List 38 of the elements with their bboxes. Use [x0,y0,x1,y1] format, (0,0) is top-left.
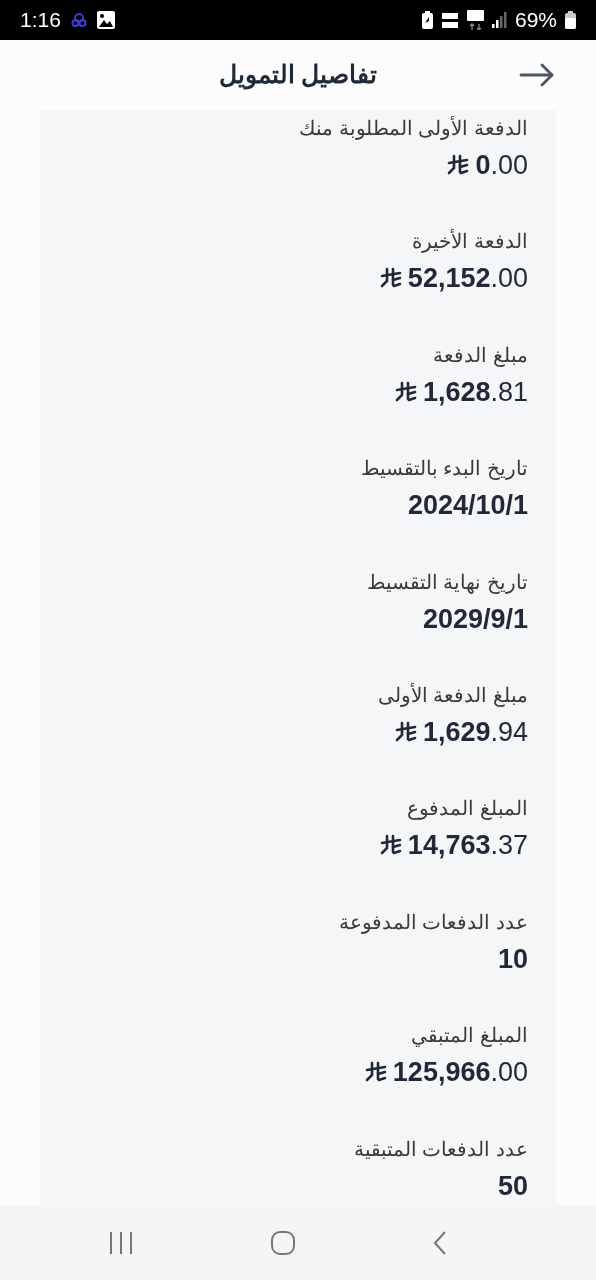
battery-percent: 69% [514,7,557,34]
detail-label: المبلغ المتبقي [411,1023,528,1049]
detail-value: 125,966.00 [392,1056,528,1090]
cloud-icon [70,13,87,27]
riyal-icon [379,834,402,857]
detail-label: تاريخ البدء بالتقسيط [360,456,528,482]
chevron-left-icon [432,1229,448,1256]
detail-value: 14,763.37 [407,829,528,863]
image-icon [96,11,115,29]
riyal-icon [394,380,417,403]
recent-apps-icon [108,1230,134,1255]
detail-label: مبلغ الدفعة [433,342,528,369]
detail-value: 2029/9/1 [422,602,528,636]
detail-value: 2024/10/1 [407,489,528,523]
detail-value: 10 [497,942,528,976]
detail-value: 1,628.81 [422,375,528,409]
detail-label: الدفعة الأولى المطلوبة منك [299,115,528,142]
home-icon [270,1229,296,1256]
riyal-icon [364,1061,387,1084]
riyal-icon [447,154,470,176]
detail-value: 1,629.94 [422,715,528,749]
detail-value: 50 [497,1169,528,1203]
detail-value: 52,152.00 [407,262,528,296]
riyal-icon [379,267,402,290]
arrow-right-icon [519,63,555,87]
detail-label: تاريخ نهاية التقسيط [366,569,528,596]
detail-label: عدد الدفعات المتبقية [353,1136,528,1162]
page-title: تفاصيل التمويل [218,59,378,92]
riyal-icon [394,720,417,743]
signal-icon [491,12,507,28]
detail-value: 0.00 [475,149,528,182]
status-time: 1:16 [20,7,61,34]
detail-label: عدد الدفعات المدفوعة [338,909,528,936]
battery-saver-icon [421,11,433,29]
detail-label: مبلغ الدفعة الأولى [377,682,528,709]
detail-label: الدفعة الأخيرة [412,228,528,255]
detail-label: المبلغ المدفوع [407,796,528,822]
battery-icon [565,11,576,29]
